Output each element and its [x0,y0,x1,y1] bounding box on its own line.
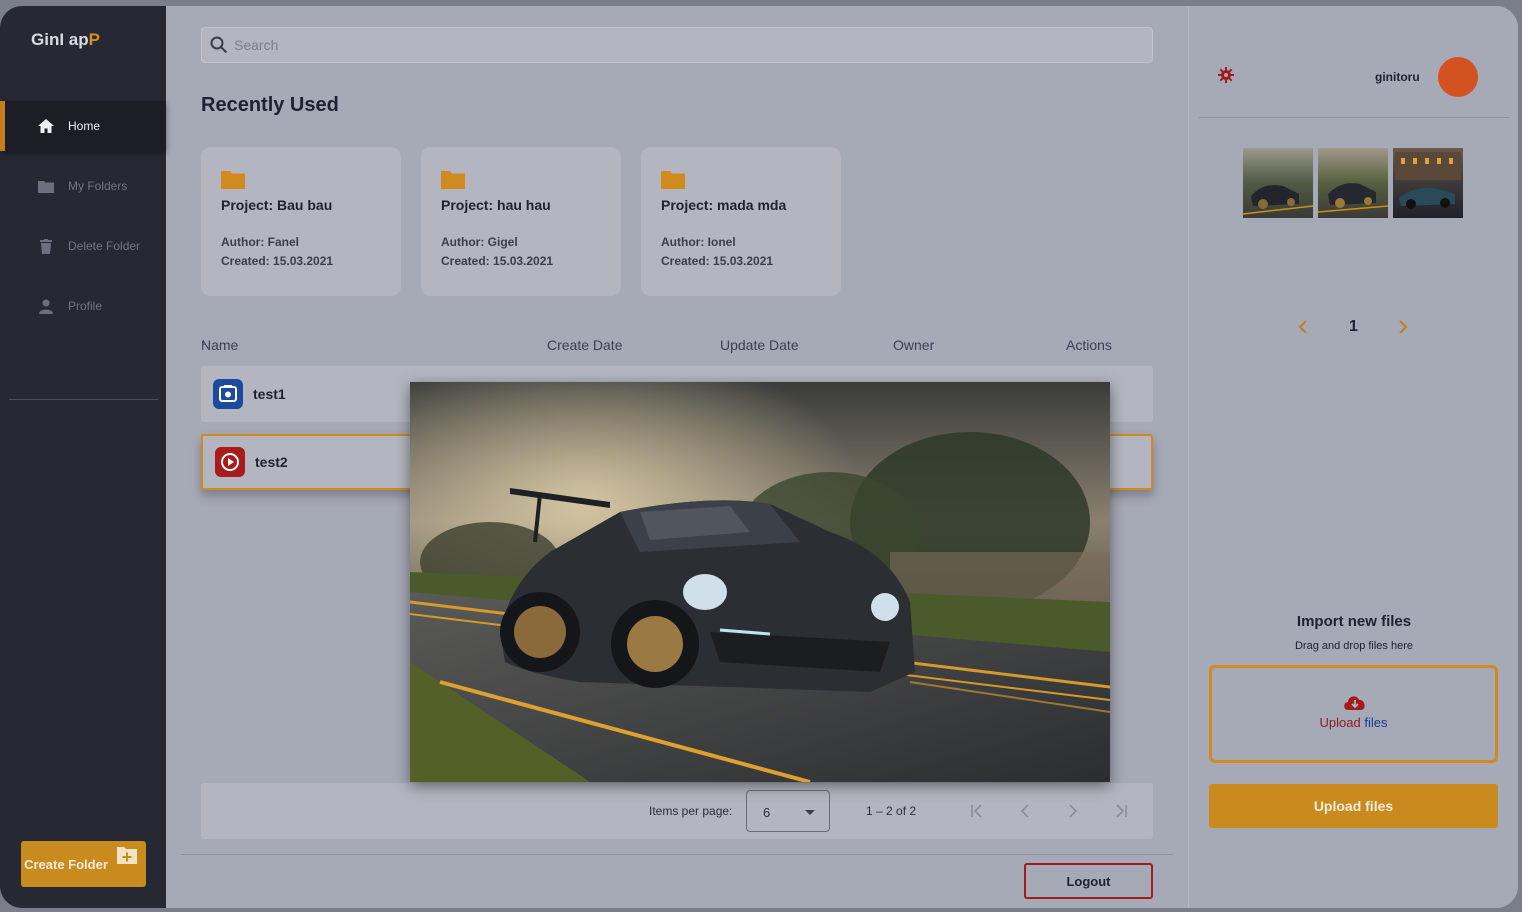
folder-icon [221,169,245,189]
person-icon [36,296,56,316]
project-title: Project: mada mda [661,197,787,213]
folder-icon [441,169,465,189]
create-folder-button[interactable]: Create Folder [21,841,146,887]
project-created: Created: 15.03.2021 [661,254,774,268]
gallery-thumbnail[interactable] [1393,148,1463,218]
first-page-button[interactable] [967,801,987,821]
last-page-button[interactable] [1111,801,1131,821]
import-subtitle: Drag and drop files here [1294,640,1413,652]
video-file-icon [215,447,245,477]
sort-arrow-icon: ↓ [201,337,206,348]
image-file-icon [213,379,243,409]
footer-divider [181,854,1173,855]
trash-icon [36,236,56,256]
search-input[interactable] [234,37,1114,53]
items-per-page-label: Items per page: [649,804,733,818]
page-range: 1 – 2 of 2 [866,804,917,818]
project-created: Created: 15.03.2021 [221,254,334,268]
search-bar[interactable] [201,27,1153,63]
search-icon [210,36,228,54]
gallery-page-number: 1 [1349,318,1358,335]
sidebar: GinI apP Home My Folders Delete Folder P… [0,6,166,908]
project-author: Author: Ionel [661,235,736,249]
project-author: Author: Gigel [441,235,518,249]
gallery-next-button[interactable] [1397,320,1409,339]
cloud-upload-icon [1342,692,1368,712]
row-name: test2 [255,454,288,470]
sidebar-item-profile[interactable]: Profile [0,281,166,331]
gallery-thumbnail[interactable] [1243,148,1313,218]
gear-icon[interactable] [1218,67,1234,83]
import-title: Import new files [1296,613,1412,630]
logout-button[interactable]: Logout [1024,863,1153,899]
column-actions-header: Actions [1066,337,1112,353]
column-update-date-header[interactable]: Update Date [720,337,799,353]
sidebar-item-my-folders[interactable]: My Folders [0,161,166,211]
gallery-prev-button[interactable] [1297,320,1309,339]
next-page-button[interactable] [1063,801,1083,821]
sidebar-item-label: Home [68,119,101,133]
panel-divider [1199,117,1509,118]
project-title: Project: hau hau [441,197,551,213]
image-preview[interactable] [410,382,1110,782]
add-folder-icon [117,846,137,864]
column-create-date-header[interactable]: Create Date [547,337,622,353]
sidebar-item-label: My Folders [68,179,128,193]
folder-icon [661,169,685,189]
column-owner-header[interactable]: Owner [893,337,934,353]
sidebar-divider [9,399,158,400]
gallery-thumbnail[interactable] [1318,148,1388,218]
project-created: Created: 15.03.2021 [441,254,554,268]
project-title: Project: Bau bau [221,197,333,213]
paginator: Items per page: 6 1 – 2 of 2 [201,783,1153,839]
app-logo: GinI apP [31,30,100,49]
chevron-down-icon [805,810,815,815]
project-card[interactable]: Project: hau hau Author: Gigel Created: … [421,147,621,296]
file-dropzone[interactable]: Upload files [1209,665,1498,763]
project-card[interactable]: Project: Bau bau Author: Fanel Created: … [201,147,401,296]
right-panel: ginitoru 1 Import new files Drag and dro… [1188,6,1518,908]
sidebar-item-delete-folder[interactable]: Delete Folder [0,221,166,271]
row-name: test1 [253,386,286,402]
home-icon [36,116,56,136]
sidebar-item-label: Profile [68,299,103,313]
username: ginitoru [1375,70,1420,84]
sidebar-item-home[interactable]: Home [0,101,166,151]
recently-used-title: Recently Used [201,94,339,116]
avatar[interactable] [1438,57,1478,97]
items-per-page-select[interactable]: 6 [746,790,830,832]
upload-files-button[interactable]: Upload files [1209,784,1498,828]
folder-icon [36,176,56,196]
project-card[interactable]: Project: mada mda Author: Ionel Created:… [641,147,841,296]
previous-page-button[interactable] [1015,801,1035,821]
project-author: Author: Fanel [221,235,299,249]
table-header: Name ↓ Create Date Update Date Owner Act… [201,337,1112,353]
app-window: GinI apP Home My Folders Delete Folder P… [0,6,1518,908]
sidebar-item-label: Delete Folder [68,239,141,253]
